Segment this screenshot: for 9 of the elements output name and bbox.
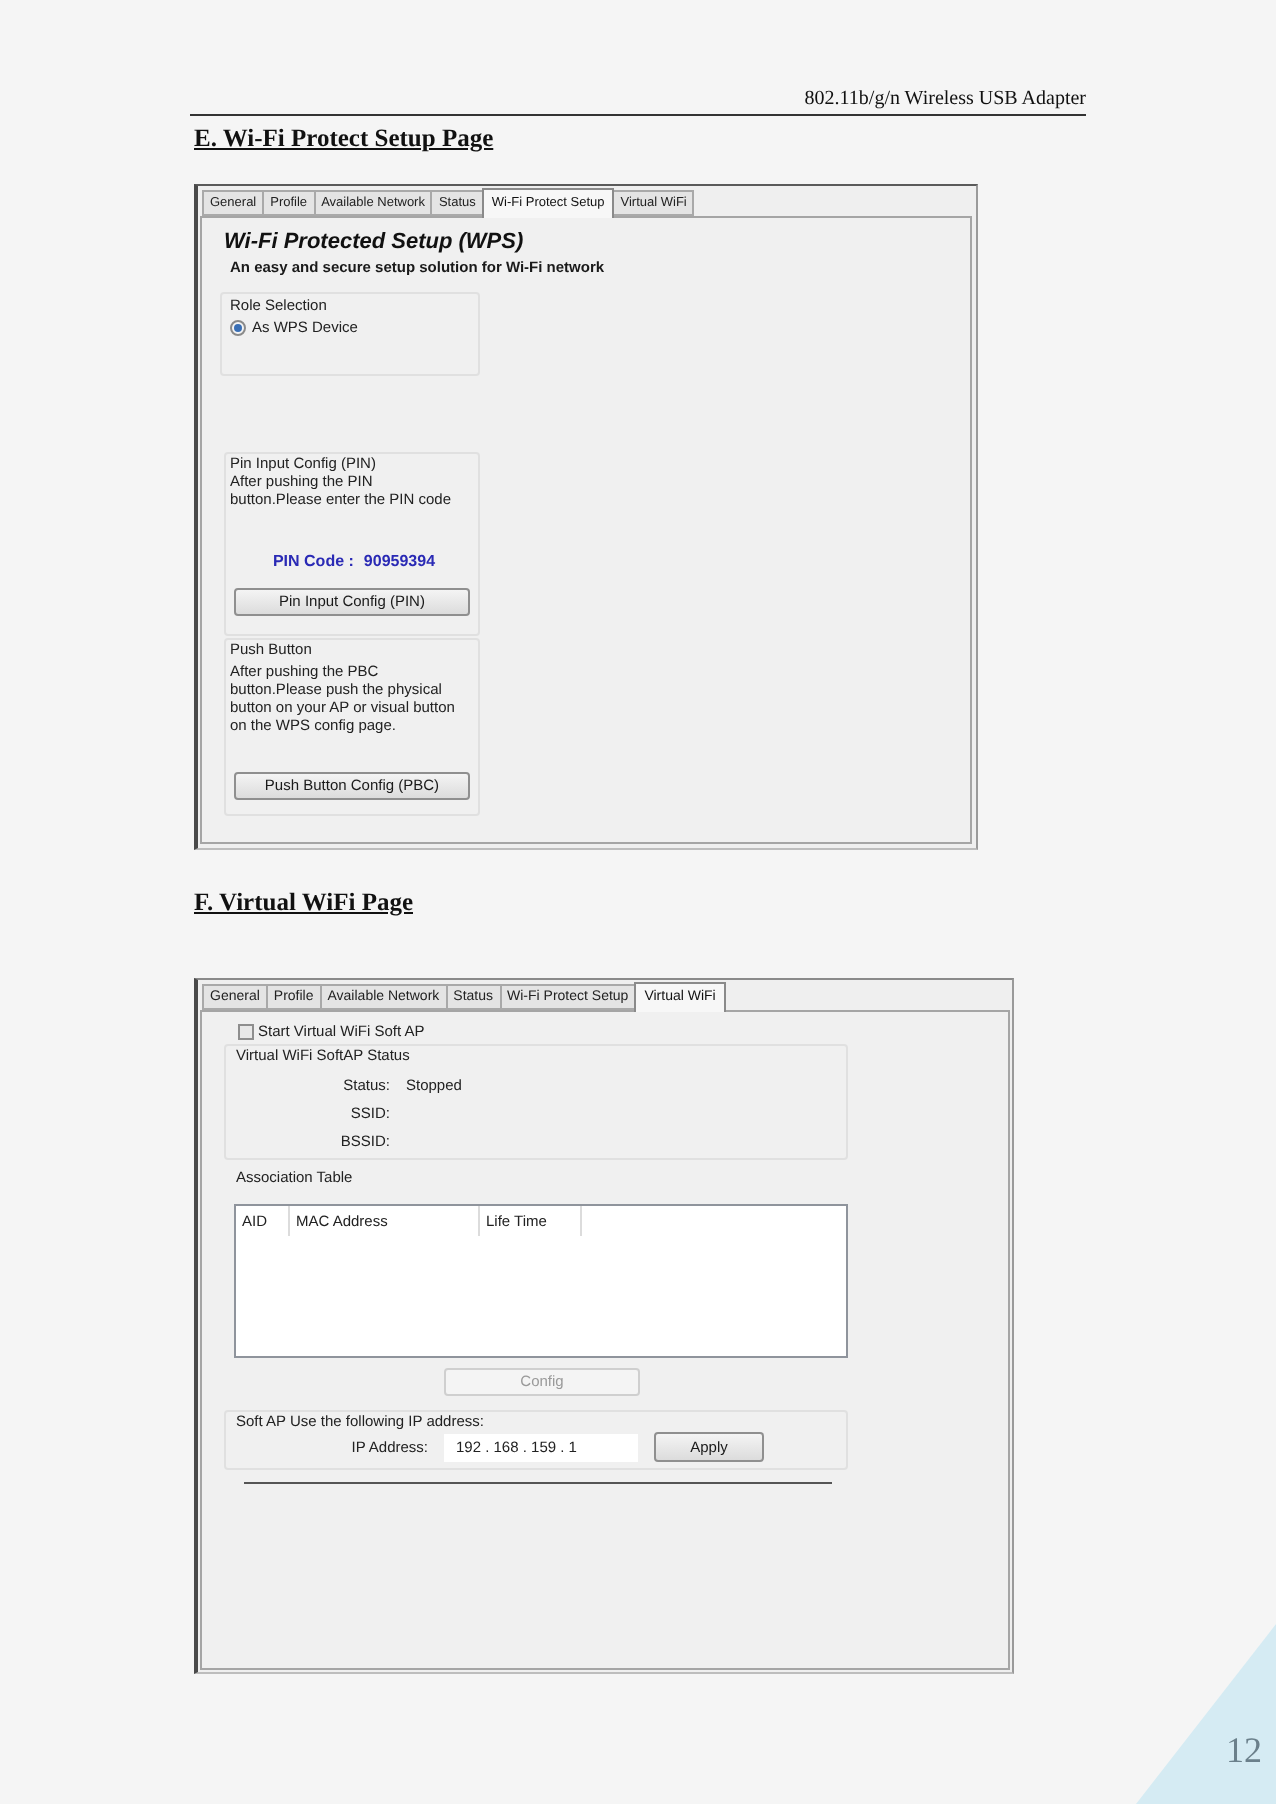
- radio-button[interactable]: [230, 319, 246, 335]
- checkbox[interactable]: [238, 1023, 254, 1039]
- section-heading: F. Virtual WiFi Page: [194, 888, 413, 916]
- running-header: 802.11b/g/n Wireless USB Adapter: [804, 88, 1086, 112]
- page-title: Wi-Fi Protected Setup (WPS): [224, 230, 526, 256]
- section-heading: E. Wi-Fi Protect Setup Page: [194, 124, 494, 152]
- pin-code-label: PIN Code :: [272, 552, 354, 572]
- pin-code-value: 90959394: [363, 552, 436, 572]
- page-number: 12: [1226, 1730, 1262, 1770]
